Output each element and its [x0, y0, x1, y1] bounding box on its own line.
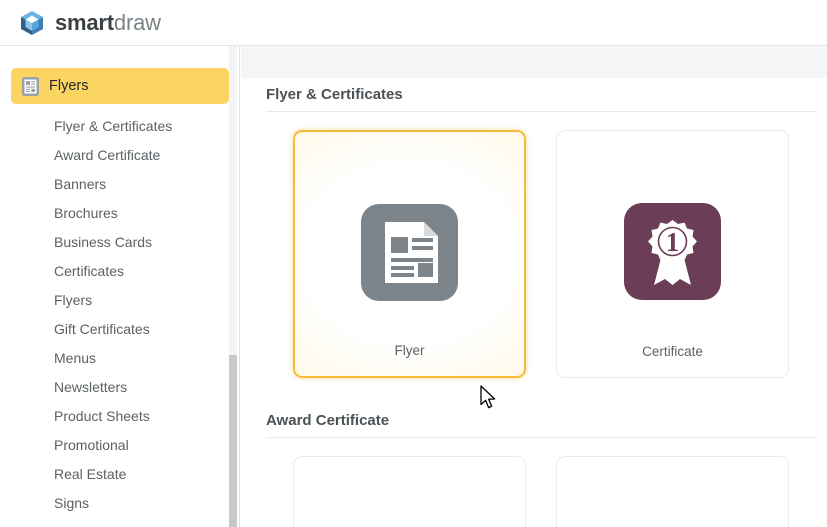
template-card[interactable]	[293, 456, 526, 527]
sidebar-item-award-certificate[interactable]: Award Certificate	[0, 140, 239, 169]
sidebar-item-certificates[interactable]: Certificates	[0, 256, 239, 285]
template-card-certificate[interactable]: 1 Certificate	[556, 130, 789, 378]
template-card-flyer[interactable]: Flyer	[293, 130, 526, 378]
section-flyer-certificates: Flyer & Certificates Flyer 1 Certificate	[241, 86, 827, 378]
sidebar-group-flyers[interactable]: Flyers	[11, 68, 229, 104]
sidebar-item-flyer-certificates[interactable]: Flyer & Certificates	[0, 111, 239, 140]
sidebar-item-product-sheets[interactable]: Product Sheets	[0, 401, 239, 430]
sidebar-item-newsletters[interactable]: Newsletters	[0, 372, 239, 401]
gallery-top-band	[241, 46, 827, 78]
template-card-label: Certificate	[642, 344, 703, 359]
template-card-label: Flyer	[394, 343, 425, 358]
smartdraw-template-browser: smartdraw Flyers Flyer & Certificates Aw…	[0, 0, 827, 527]
app-header: smartdraw	[0, 0, 827, 46]
sidebar-group-label: Flyers	[49, 78, 89, 94]
sidebar-item-promotional[interactable]: Promotional	[0, 430, 239, 459]
sidebar-item-real-estate[interactable]: Real Estate	[0, 459, 239, 488]
sidebar-scrollbar-thumb[interactable]	[229, 355, 237, 527]
sidebar-item-banners[interactable]: Banners	[0, 169, 239, 198]
sidebar: Flyers Flyer & Certificates Award Certif…	[0, 46, 240, 527]
sidebar-item-signs[interactable]: Signs	[0, 488, 239, 517]
section-title: Flyer & Certificates	[266, 86, 403, 103]
sidebar-category-list: Flyer & Certificates Award Certificate B…	[0, 111, 239, 517]
brand-wordmark: smartdraw	[55, 10, 161, 36]
badge-number: 1	[666, 227, 680, 257]
award-ribbon-icon: 1	[624, 203, 721, 300]
section-title: Award Certificate	[266, 412, 390, 429]
brand-logo[interactable]: smartdraw	[19, 10, 161, 36]
sidebar-item-brochures[interactable]: Brochures	[0, 198, 239, 227]
template-gallery: Flyer & Certificates Flyer 1 Certificate…	[241, 46, 827, 527]
card-row: Flyer 1 Certificate	[241, 112, 827, 378]
smartdraw-cube-logo-icon	[19, 10, 45, 36]
flyer-document-icon	[22, 76, 39, 96]
sidebar-item-menus[interactable]: Menus	[0, 343, 239, 372]
brand-name-primary: smart	[55, 9, 114, 35]
card-row	[241, 438, 827, 527]
brand-name-secondary: draw	[113, 9, 161, 35]
flyer-document-icon	[361, 204, 458, 301]
template-card[interactable]	[556, 456, 789, 527]
section-award-certificate: Award Certificate	[241, 412, 827, 527]
sidebar-item-business-cards[interactable]: Business Cards	[0, 227, 239, 256]
sidebar-item-gift-certificates[interactable]: Gift Certificates	[0, 314, 239, 343]
sidebar-item-flyers[interactable]: Flyers	[0, 285, 239, 314]
